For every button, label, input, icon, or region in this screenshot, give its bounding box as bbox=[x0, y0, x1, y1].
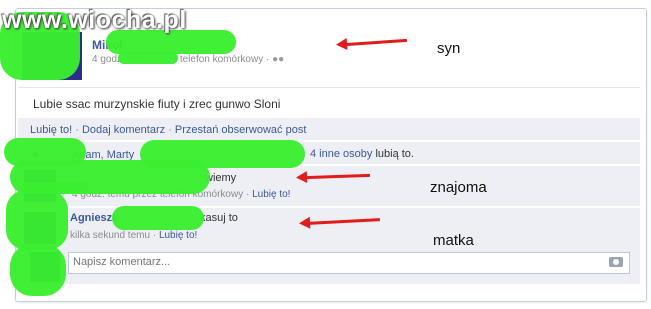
comment-meta: kilka sekund temu · Lubię to! bbox=[70, 230, 197, 241]
comment-timestamp[interactable]: kilka sekund temu bbox=[70, 230, 150, 241]
action-separator: · bbox=[165, 124, 175, 136]
unfollow-post-link[interactable]: Przestań obserwować post bbox=[175, 124, 306, 136]
camera-icon[interactable] bbox=[609, 257, 623, 267]
post-message: Lubie ssac murzynskie fiuty i zrec gunwo… bbox=[33, 97, 281, 111]
action-separator: · bbox=[72, 124, 82, 136]
likes-suffix: lubią to. bbox=[375, 148, 414, 160]
annotation-label: matka bbox=[433, 232, 474, 249]
friends-audience-icon[interactable]: ●● bbox=[272, 54, 284, 65]
header-divider bbox=[18, 87, 640, 88]
comment-like-link[interactable]: Lubię to! bbox=[159, 230, 197, 241]
censor-blot bbox=[118, 52, 178, 64]
censor-blot bbox=[10, 244, 66, 296]
censor-blot bbox=[112, 206, 204, 230]
like-link[interactable]: Lubię to! bbox=[30, 124, 72, 136]
add-comment-link[interactable]: Dodaj komentarz bbox=[82, 124, 165, 136]
comment-like-link[interactable]: Lubię to! bbox=[252, 189, 290, 200]
annotation-label: znajoma bbox=[430, 179, 487, 196]
post-actions: Lubię to! · Dodaj komentarz · Przestań o… bbox=[30, 124, 306, 136]
likes-others: 4 inne osoby lubią to. bbox=[310, 148, 414, 160]
censor-blot bbox=[6, 190, 68, 250]
meta-separator: · bbox=[243, 189, 253, 200]
comment-text: kasuj to bbox=[200, 212, 238, 224]
comment-composer[interactable] bbox=[68, 252, 630, 274]
annotation-label: syn bbox=[437, 40, 461, 57]
site-watermark: www.wiocha.pl bbox=[2, 6, 187, 34]
censor-blot bbox=[20, 182, 88, 194]
others-link[interactable]: 4 inne osoby bbox=[310, 148, 372, 160]
comment-input[interactable] bbox=[69, 253, 593, 271]
meta-separator: · bbox=[150, 230, 159, 241]
meta-separator: · bbox=[263, 54, 273, 65]
